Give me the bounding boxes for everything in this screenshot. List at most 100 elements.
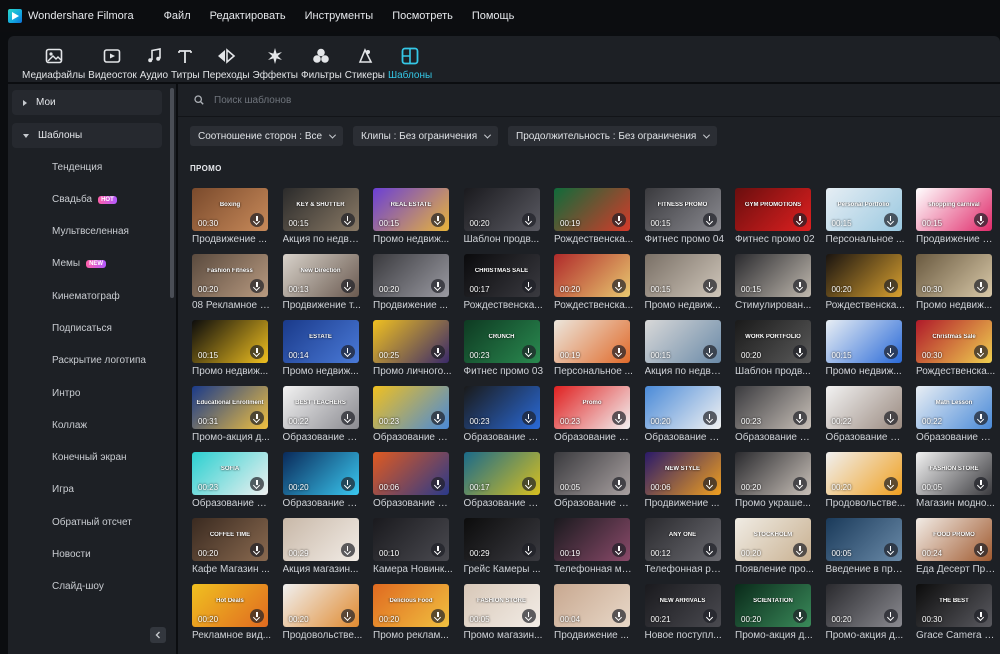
- template-card[interactable]: 00:15 Промо недвиж...: [825, 320, 902, 380]
- template-card[interactable]: 00:23 Образование П...: [463, 386, 544, 446]
- sidebar-group-my[interactable]: Мои: [12, 90, 162, 115]
- template-card[interactable]: 00:25 Промо личного...: [373, 320, 452, 380]
- menu-help[interactable]: Помощь: [472, 10, 515, 22]
- sidebar-item-multiverse[interactable]: Мультвселенная: [52, 226, 129, 237]
- search-input[interactable]: [214, 94, 614, 106]
- download-icon[interactable]: [340, 543, 355, 557]
- download-icon[interactable]: [340, 345, 355, 359]
- download-icon[interactable]: [250, 609, 264, 623]
- download-icon[interactable]: [612, 213, 626, 227]
- download-icon[interactable]: [521, 543, 536, 557]
- template-card[interactable]: 00:20 Образование П...: [282, 452, 363, 512]
- template-card[interactable]: Math Lesson 00:22 Образование П...: [916, 386, 996, 446]
- template-card[interactable]: ESTATE 00:14 Промо недвиж...: [282, 320, 359, 380]
- download-icon[interactable]: [340, 477, 355, 491]
- template-card[interactable]: FASHION STORE 00:05 Промо магазин...: [463, 584, 542, 644]
- sidebar-item-subscribe[interactable]: Подписаться: [52, 323, 112, 334]
- template-card[interactable]: 00:05 Образование П...: [554, 452, 634, 512]
- download-icon[interactable]: [974, 345, 988, 359]
- template-card[interactable]: CRUNCH 00:23 Фитнес промо 03: [463, 320, 543, 380]
- download-icon[interactable]: [431, 543, 445, 557]
- download-icon[interactable]: [702, 411, 717, 425]
- download-icon[interactable]: [431, 411, 445, 425]
- template-card[interactable]: 00:20 Промо украше...: [735, 452, 811, 512]
- download-icon[interactable]: [612, 543, 626, 557]
- template-card[interactable]: COFFEE TIME 00:20 Кафе Магазин ...: [192, 518, 270, 578]
- download-icon[interactable]: [883, 609, 898, 623]
- download-icon[interactable]: [612, 609, 626, 623]
- sidebar-item-cinematic[interactable]: Кинематограф: [52, 291, 120, 302]
- download-icon[interactable]: [793, 213, 807, 227]
- template-card[interactable]: 00:23 Образование П...: [373, 386, 453, 446]
- template-card[interactable]: Educational Enrollment 00:31 Промо-акция д…: [192, 386, 270, 446]
- template-card[interactable]: 00:20 Продовольстве...: [825, 452, 905, 512]
- download-icon[interactable]: [612, 345, 626, 359]
- template-card[interactable]: Delicious Food 00:20 Промо реклам...: [373, 584, 449, 644]
- template-card[interactable]: 00:29 Акция магазин...: [282, 518, 359, 578]
- template-card[interactable]: NEW STYLE 00:06 Продвижение ...: [644, 452, 721, 512]
- download-icon[interactable]: [431, 477, 445, 491]
- sidebar-item-memes[interactable]: Мемы NEW: [52, 258, 107, 269]
- download-icon[interactable]: [431, 609, 445, 623]
- template-card[interactable]: FITNESS PROMO 00:15 Фитнес промо 04: [644, 188, 724, 248]
- sidebar-item-game[interactable]: Игра: [52, 484, 74, 495]
- template-card[interactable]: New Direction 00:13 Продвижение т...: [282, 254, 361, 314]
- tool-stickers[interactable]: Стикеры: [344, 36, 386, 81]
- aspect-ratio-dropdown[interactable]: Соотношение сторон : Все: [190, 126, 344, 146]
- tool-filters[interactable]: Фильтры: [300, 36, 343, 81]
- download-icon[interactable]: [883, 279, 898, 293]
- template-card[interactable]: 00:20 Рождественска...: [554, 254, 633, 314]
- download-icon[interactable]: [521, 213, 536, 227]
- template-card[interactable]: ANY ONE 00:12 Телефонная ре...: [644, 518, 725, 578]
- template-card[interactable]: 00:15 Стимулирован...: [735, 254, 811, 314]
- template-card[interactable]: 00:05 Введение в про...: [825, 518, 906, 578]
- download-icon[interactable]: [883, 477, 898, 491]
- download-icon[interactable]: [793, 543, 807, 557]
- sidebar-item-wedding[interactable]: Свадьба HOT: [52, 194, 117, 205]
- download-icon[interactable]: [702, 279, 717, 293]
- download-icon[interactable]: [250, 543, 264, 557]
- tool-transitions[interactable]: Переходы: [202, 36, 251, 81]
- download-icon[interactable]: [431, 345, 445, 359]
- template-card[interactable]: CHRISTMAS SALE 00:17 Рождественска...: [463, 254, 543, 314]
- download-icon[interactable]: [702, 345, 717, 359]
- download-icon[interactable]: [883, 213, 898, 227]
- template-card[interactable]: FOOD PROMO 00:24 Еда Десерт Про...: [916, 518, 996, 578]
- menu-view[interactable]: Посмотреть: [392, 10, 453, 22]
- download-icon[interactable]: [431, 279, 445, 293]
- download-icon[interactable]: [793, 411, 807, 425]
- template-card[interactable]: THE BEST 00:30 Grace Camera P...: [916, 584, 996, 644]
- sidebar-item-countdown[interactable]: Обратный отсчет: [52, 517, 132, 528]
- collapse-sidebar-button[interactable]: [150, 627, 166, 643]
- download-icon[interactable]: [521, 279, 536, 293]
- download-icon[interactable]: [612, 477, 626, 491]
- template-card[interactable]: 00:22 Образование П...: [825, 386, 906, 446]
- template-card[interactable]: 00:20 Продовольстве...: [282, 584, 362, 644]
- download-icon[interactable]: [974, 543, 988, 557]
- download-icon[interactable]: [793, 477, 807, 491]
- sidebar-item-end-screen[interactable]: Конечный экран: [52, 452, 127, 463]
- download-icon[interactable]: [702, 609, 717, 623]
- sidebar-group-templates[interactable]: Шаблоны: [12, 123, 162, 148]
- template-card[interactable]: 00:15 Промо недвиж...: [192, 320, 268, 380]
- tool-templates[interactable]: Шаблоны: [387, 36, 433, 81]
- download-icon[interactable]: [340, 411, 355, 425]
- template-card[interactable]: 00:23 Образование П...: [735, 386, 815, 446]
- template-card[interactable]: 00:04 Продвижение ...: [554, 584, 630, 644]
- download-icon[interactable]: [793, 345, 807, 359]
- template-card[interactable]: 00:20 Промо-акция д...: [825, 584, 903, 644]
- download-icon[interactable]: [702, 543, 717, 557]
- template-card[interactable]: REAL ESTATE 00:15 Промо недвиж...: [373, 188, 449, 248]
- sidebar-item-collage[interactable]: Коллаж: [52, 420, 87, 431]
- download-icon[interactable]: [974, 609, 988, 623]
- download-icon[interactable]: [974, 279, 988, 293]
- download-icon[interactable]: [340, 279, 355, 293]
- download-icon[interactable]: [250, 477, 264, 491]
- template-card[interactable]: 00:29 Грейс Камеры ...: [463, 518, 541, 578]
- download-icon[interactable]: [974, 213, 988, 227]
- tool-media[interactable]: Медиафайлы: [21, 36, 86, 81]
- download-icon[interactable]: [521, 609, 536, 623]
- download-icon[interactable]: [883, 543, 898, 557]
- download-icon[interactable]: [883, 345, 898, 359]
- template-card[interactable]: 00:30 Промо недвиж...: [916, 254, 992, 314]
